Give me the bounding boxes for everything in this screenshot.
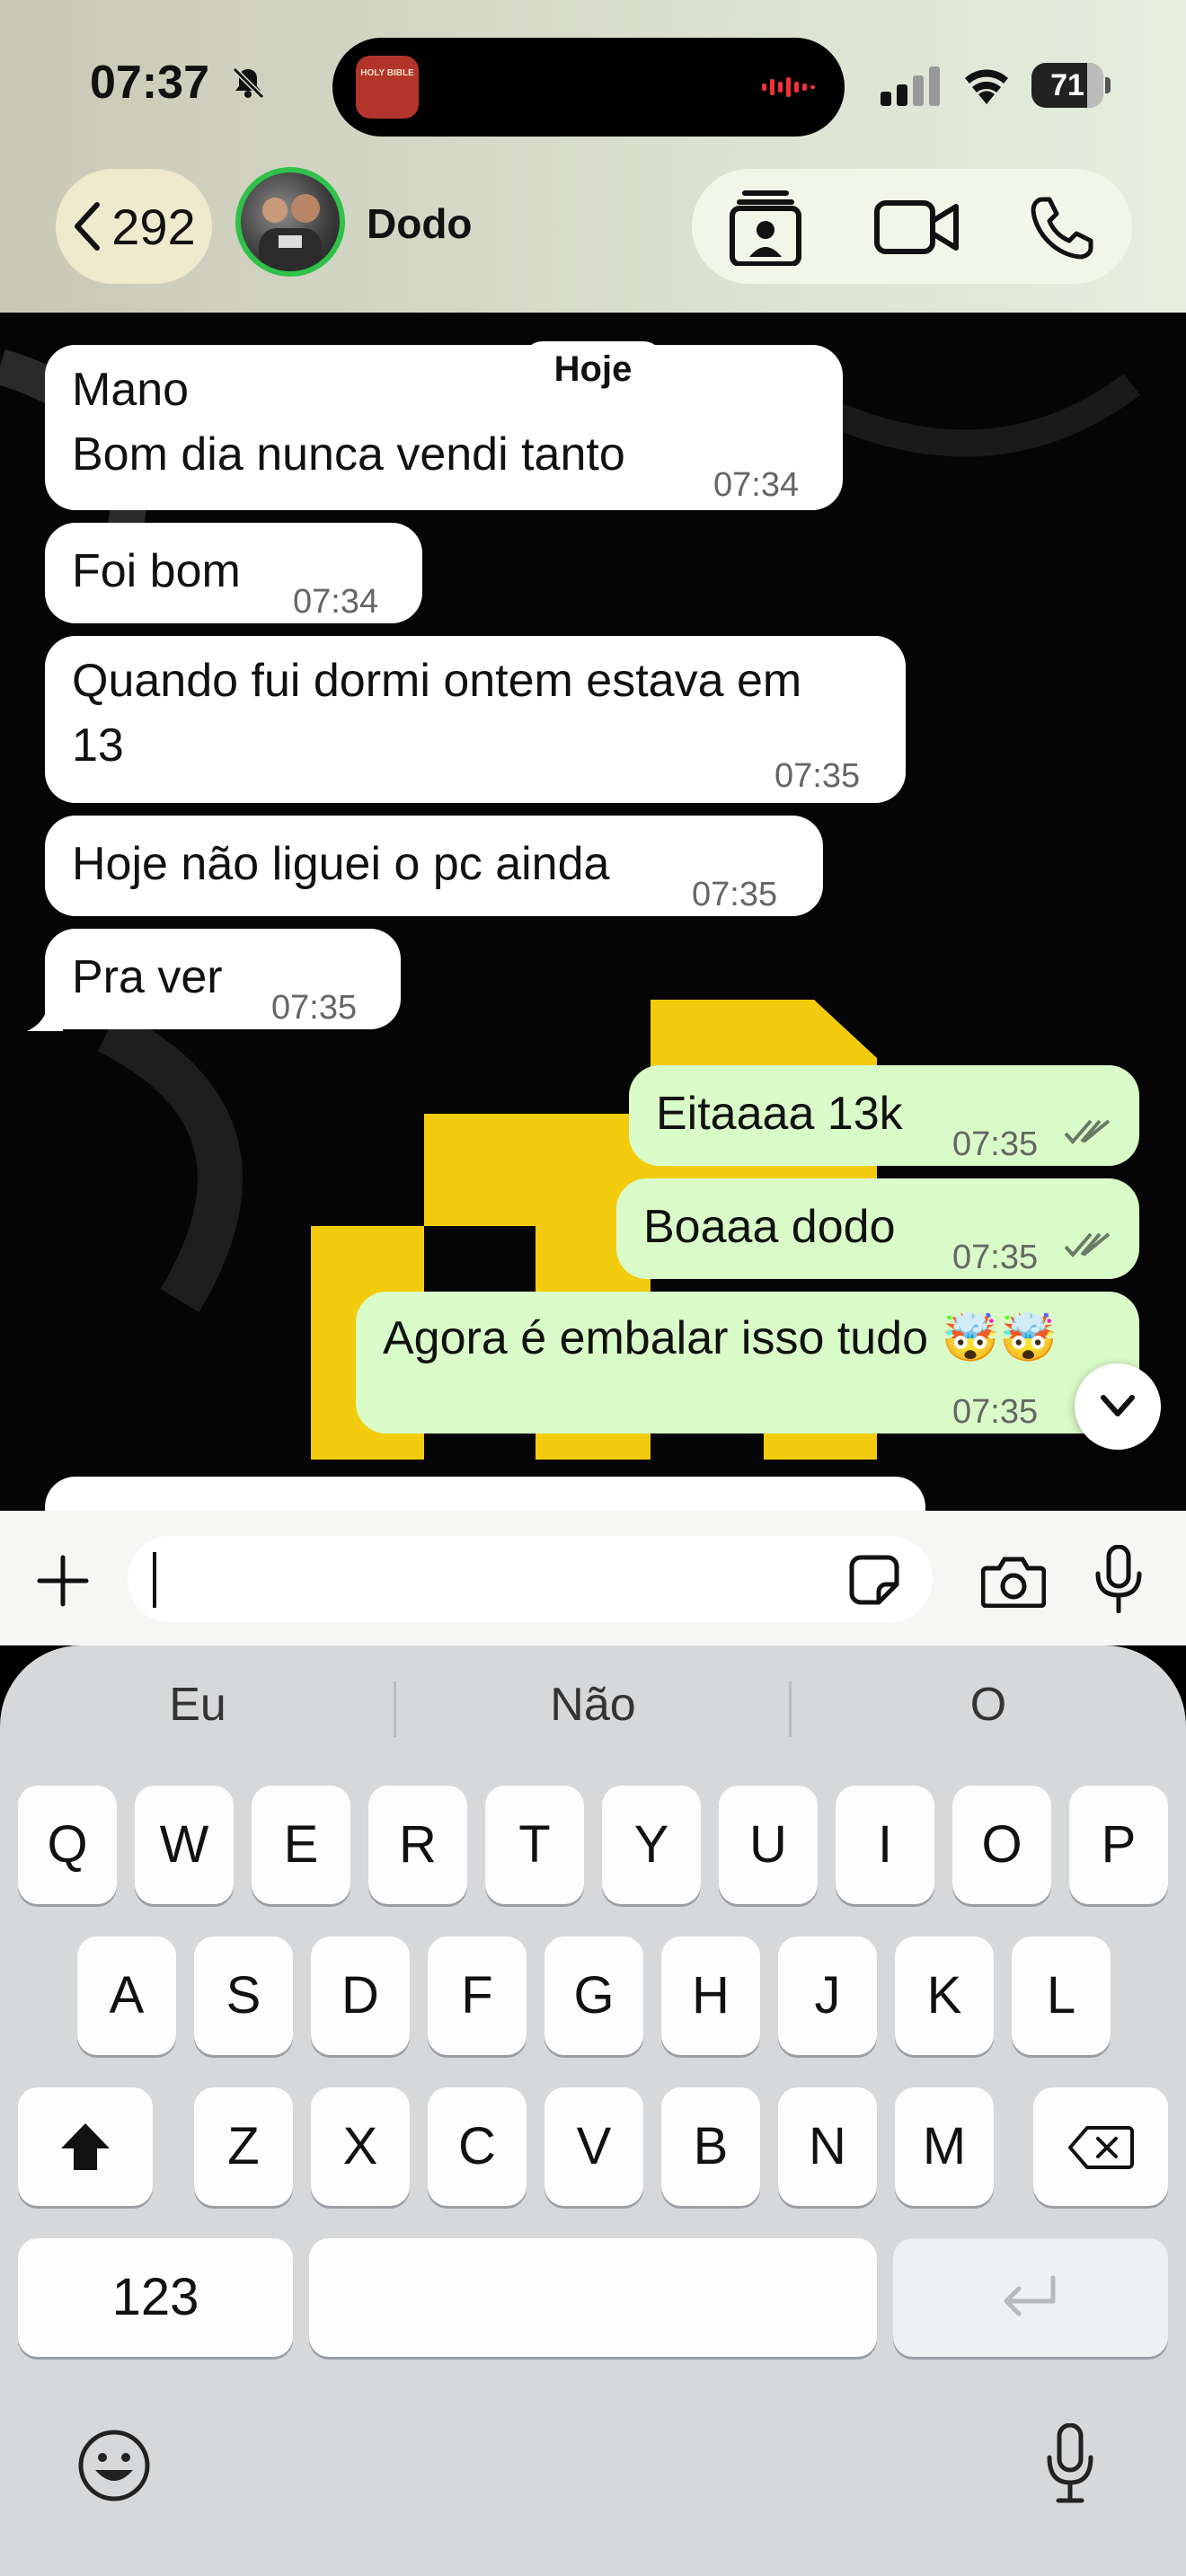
suggestion[interactable]: Eu: [9, 1678, 386, 1732]
incoming-message[interactable]: Mano Bom dia nunca vendi tanto 07:34: [45, 345, 843, 510]
unread-count: 292: [111, 198, 196, 255]
numbers-key[interactable]: 123: [18, 2238, 293, 2357]
return-icon: [1004, 2275, 1056, 2316]
message-time: 07:35: [774, 757, 861, 795]
battery-level: 71: [1050, 68, 1084, 102]
message-text: Agora é embalar isso tudo 🤯🤯: [383, 1312, 1058, 1364]
incoming-message[interactable]: Quando fui dormi ontem estava em 13 07:3…: [45, 636, 906, 803]
bell-slash-icon: [232, 66, 265, 100]
key-p[interactable]: P: [1069, 1786, 1168, 1904]
message-text: Boaaa dodo: [643, 1201, 896, 1253]
double-check-icon: [1064, 1232, 1111, 1258]
key-r[interactable]: R: [368, 1786, 467, 1904]
suggestion[interactable]: O: [800, 1678, 1177, 1732]
key-c[interactable]: C: [428, 2087, 527, 2206]
microphone-icon[interactable]: [1094, 1545, 1143, 1613]
key-j[interactable]: J: [778, 1936, 877, 2055]
chevron-left-icon: [75, 202, 101, 251]
key-x[interactable]: X: [311, 2087, 410, 2206]
contact-card-icon[interactable]: [730, 189, 801, 266]
status-time: 07:37: [90, 57, 209, 109]
key-u[interactable]: U: [719, 1786, 818, 1904]
key-q[interactable]: Q: [18, 1786, 117, 1904]
message-time: 07:35: [692, 876, 778, 913]
chat-area[interactable]: Mano Bom dia nunca vendi tanto 07:34 Hoj…: [0, 313, 1186, 1511]
outgoing-message[interactable]: Agora é embalar isso tudo 🤯🤯 07:35: [356, 1292, 1139, 1434]
message-time: 07:35: [952, 1393, 1039, 1431]
key-m[interactable]: M: [895, 2087, 994, 2206]
dictation-microphone-icon[interactable]: [1046, 2423, 1094, 2504]
video-call-icon[interactable]: [873, 199, 960, 255]
message-time: 07:34: [293, 583, 379, 621]
backspace-icon: [1068, 2126, 1134, 2169]
return-key[interactable]: [893, 2238, 1168, 2357]
outgoing-message[interactable]: Eitaaaa 13k 07:35: [629, 1065, 1139, 1166]
sticker-icon[interactable]: [848, 1554, 900, 1606]
incoming-message[interactable]: Foi bom 07:34: [45, 523, 422, 623]
incoming-message-partial[interactable]: [45, 1477, 925, 1511]
key-d[interactable]: D: [311, 1936, 410, 2055]
key-n[interactable]: N: [778, 2087, 877, 2206]
message-time: 07:34: [713, 466, 800, 504]
phone-icon[interactable]: [1030, 196, 1094, 260]
cellular-signal-icon: [881, 66, 940, 106]
outgoing-message[interactable]: Boaaa dodo 07:35: [616, 1178, 1139, 1279]
key-e[interactable]: E: [252, 1786, 350, 1904]
suggestion[interactable]: Não: [404, 1678, 782, 1732]
wifi-icon: [965, 69, 1008, 104]
message-time: 07:35: [271, 989, 358, 1027]
battery-icon: 71: [1031, 63, 1111, 108]
camera-icon[interactable]: [981, 1554, 1046, 1608]
emoji-icon[interactable]: [77, 2429, 151, 2502]
message-text: Eitaaaa 13k: [656, 1088, 903, 1140]
sound-wave-icon: [762, 77, 815, 97]
key-i[interactable]: I: [836, 1786, 934, 1904]
back-button[interactable]: 292: [56, 169, 212, 284]
key-z[interactable]: Z: [194, 2087, 293, 2206]
bible-app-badge[interactable]: HOLY BIBLE: [356, 56, 419, 119]
shift-key[interactable]: [18, 2087, 153, 2206]
message-line: Quando fui dormi ontem estava em: [72, 655, 802, 707]
avatar[interactable]: [235, 167, 345, 277]
date-chip: Hoje: [523, 341, 663, 397]
key-o[interactable]: O: [952, 1786, 1051, 1904]
incoming-message[interactable]: Hoje não liguei o pc ainda 07:35: [45, 816, 823, 916]
key-v[interactable]: V: [544, 2087, 643, 2206]
incoming-message[interactable]: Pra ver 07:35: [45, 929, 401, 1029]
avatar-photo: [259, 194, 322, 271]
key-a[interactable]: A: [77, 1936, 176, 2055]
scroll-to-bottom-button[interactable]: [1075, 1363, 1161, 1450]
message-line: 13: [72, 719, 124, 772]
shift-icon: [61, 2123, 110, 2170]
space-key[interactable]: [309, 2238, 877, 2357]
contact-name[interactable]: Dodo: [367, 199, 473, 248]
key-b[interactable]: B: [661, 2087, 760, 2206]
message-time: 07:35: [952, 1239, 1039, 1276]
key-s[interactable]: S: [194, 1936, 293, 2055]
text-caret: [153, 1552, 156, 1608]
message-line: Mano: [72, 364, 190, 416]
key-h[interactable]: H: [661, 1936, 760, 2055]
message-line: Foi bom: [72, 545, 241, 597]
message-time: 07:35: [952, 1125, 1039, 1163]
key-l[interactable]: L: [1012, 1936, 1111, 2055]
message-line: Hoje não liguei o pc ainda: [72, 838, 610, 890]
key-k[interactable]: K: [895, 1936, 994, 2055]
key-t[interactable]: T: [485, 1786, 584, 1904]
key-f[interactable]: F: [428, 1936, 527, 2055]
message-line: Bom dia nunca vendi tanto: [72, 428, 625, 481]
key-w[interactable]: W: [135, 1786, 234, 1904]
delete-key[interactable]: [1033, 2087, 1168, 2206]
message-input[interactable]: [128, 1536, 933, 1622]
key-y[interactable]: Y: [602, 1786, 701, 1904]
header-actions: [692, 169, 1132, 284]
key-g[interactable]: G: [544, 1936, 643, 2055]
double-check-icon: [1064, 1119, 1111, 1145]
message-line: Pra ver: [72, 951, 223, 1003]
plus-icon[interactable]: [36, 1554, 90, 1608]
chevron-down-icon: [1101, 1395, 1135, 1416]
bubble-tail: [27, 1001, 63, 1031]
